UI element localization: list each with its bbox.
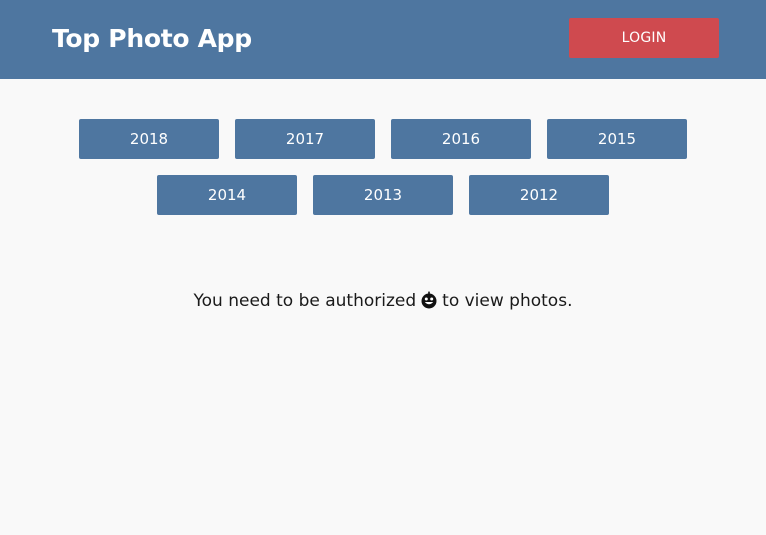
year-row-2: 2014 2013 2012 xyxy=(0,175,766,215)
login-button[interactable]: LOGIN xyxy=(569,18,719,58)
auth-required-message: You need to be authorized to view photos… xyxy=(0,288,766,314)
year-button-2013[interactable]: 2013 xyxy=(313,175,453,215)
year-button-2017[interactable]: 2017 xyxy=(235,119,375,159)
auth-message-text-after: to view photos. xyxy=(442,291,573,311)
year-button-2016[interactable]: 2016 xyxy=(391,119,531,159)
year-button-2012[interactable]: 2012 xyxy=(469,175,609,215)
year-selector: 2018 2017 2016 2015 2014 2013 2012 xyxy=(0,119,766,231)
year-button-2015[interactable]: 2015 xyxy=(547,119,687,159)
year-button-2018[interactable]: 2018 xyxy=(79,119,219,159)
app-header: Top Photo App LOGIN xyxy=(0,0,766,79)
year-row-1: 2018 2017 2016 2015 xyxy=(0,119,766,159)
grinning-face-icon xyxy=(421,291,437,309)
auth-message-text-before: You need to be authorized xyxy=(193,291,417,311)
year-button-2014[interactable]: 2014 xyxy=(157,175,297,215)
app-title: Top Photo App xyxy=(52,24,252,53)
